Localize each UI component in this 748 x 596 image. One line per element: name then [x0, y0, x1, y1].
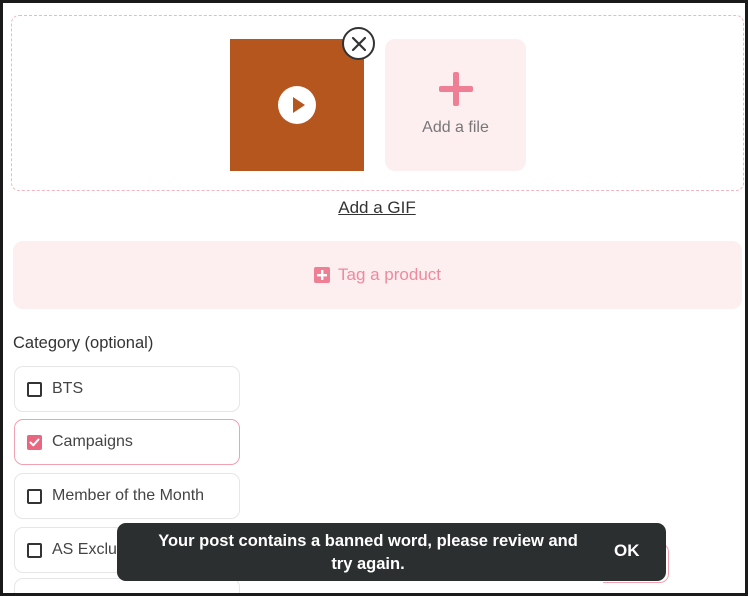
category-label: BTS: [52, 380, 84, 397]
toast-ok-button[interactable]: OK: [614, 541, 640, 561]
category-heading: Category (optional): [13, 334, 154, 352]
close-icon: [351, 36, 366, 51]
checkbox[interactable]: [27, 381, 42, 397]
media-dropzone[interactable]: [11, 15, 744, 191]
tag-product-label: Tag a product: [337, 265, 441, 284]
toast-message-line2: try again.: [331, 555, 405, 573]
category-option-campaigns[interactable]: Campaigns: [14, 419, 240, 465]
category-option-bts[interactable]: BTS: [14, 366, 240, 412]
category-label: Member of the Month: [52, 487, 205, 504]
checkbox[interactable]: [27, 542, 42, 558]
tag-product-button[interactable]: Tag a product: [13, 241, 742, 309]
category-label: AS Exclu: [52, 541, 117, 558]
plus-icon: [439, 72, 473, 106]
video-thumbnail[interactable]: [230, 39, 364, 171]
checkbox[interactable]: [27, 488, 42, 504]
add-file-label: Add a file: [422, 119, 489, 136]
add-gif-link[interactable]: Add a GIF: [3, 198, 745, 218]
checkmark-icon: [29, 438, 40, 446]
post-editor-frame: Add a file Add a GIF Tag a product Categ…: [0, 0, 748, 596]
plus-square-icon: [313, 267, 330, 283]
add-file-button[interactable]: Add a file: [385, 39, 526, 171]
toast-message: Your post contains a banned word, please…: [133, 530, 603, 576]
category-option-member-of-the-month[interactable]: Member of the Month: [14, 473, 240, 519]
remove-media-button[interactable]: [342, 27, 375, 60]
toast-message-line1: Your post contains a banned word, please…: [158, 532, 578, 550]
play-icon[interactable]: [278, 86, 316, 124]
checkbox-checked[interactable]: [27, 434, 42, 450]
error-toast: Your post contains a banned word, please…: [117, 523, 666, 581]
category-label: Campaigns: [52, 433, 133, 450]
